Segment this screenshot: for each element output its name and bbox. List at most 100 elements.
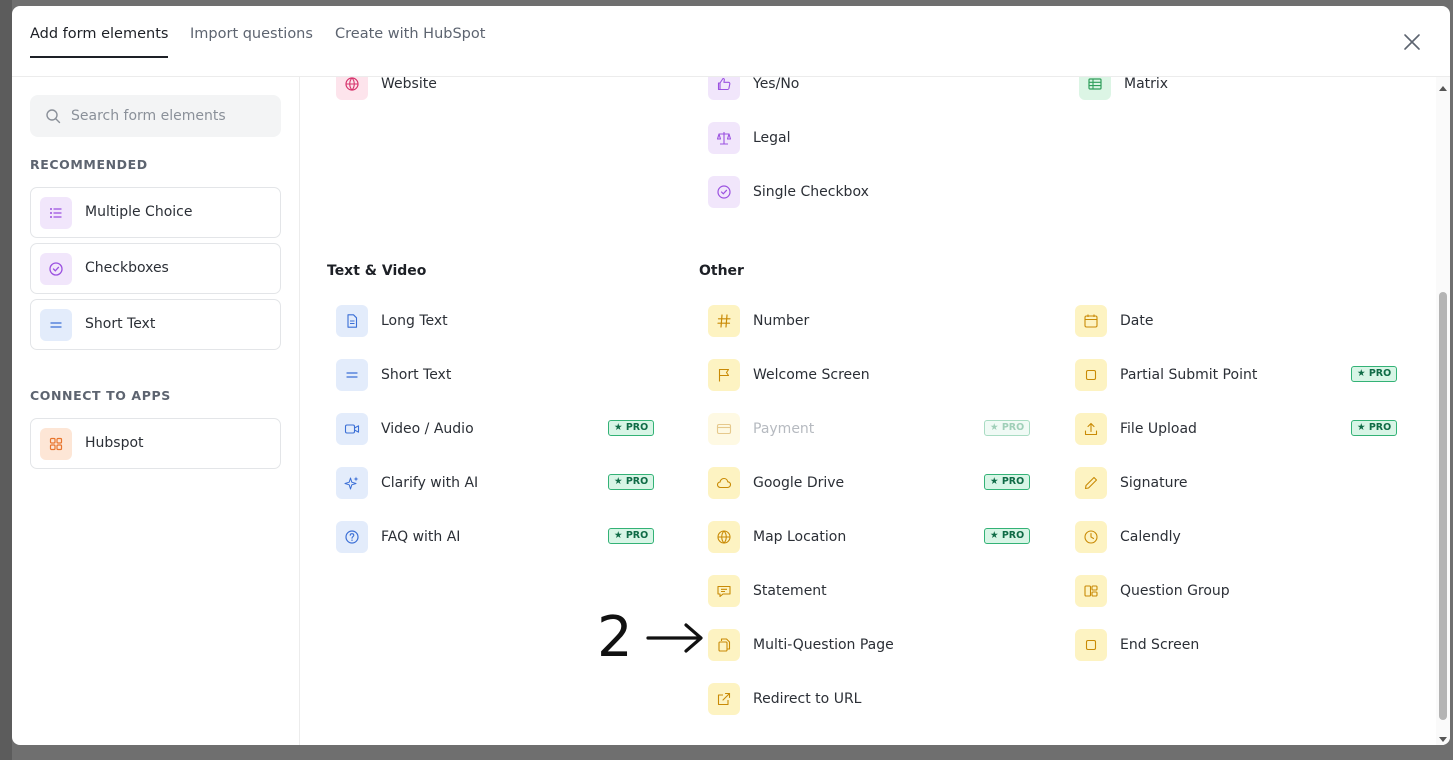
connect-to-apps-heading: CONNECT TO APPS — [30, 388, 171, 403]
element-label: Website — [381, 77, 437, 92]
video-icon — [336, 413, 368, 445]
elements-panel: Website Yes/No Legal Single Checkbox Mat… — [301, 77, 1427, 745]
hash-icon — [708, 305, 740, 337]
element-multi-question-page[interactable]: Multi-Question Page — [708, 629, 1028, 661]
element-number[interactable]: Number — [708, 305, 1028, 337]
check-circle-icon — [708, 176, 740, 208]
element-label: Payment — [753, 421, 815, 437]
question-icon — [336, 521, 368, 553]
recommended-item-label: Short Text — [85, 316, 156, 332]
app-hubspot[interactable]: Hubspot — [30, 418, 281, 469]
list-icon — [40, 197, 72, 229]
element-matrix[interactable]: Matrix — [1079, 77, 1379, 100]
element-label: Multi-Question Page — [753, 637, 894, 653]
element-faq-with-ai[interactable]: FAQ with AI ★ PRO — [336, 521, 656, 553]
annotation-arrow-icon — [646, 623, 703, 653]
check-circle-icon — [40, 253, 72, 285]
recommended-heading: RECOMMENDED — [30, 157, 148, 172]
square-icon — [1075, 359, 1107, 391]
element-label: Date — [1120, 313, 1154, 329]
element-label: Google Drive — [753, 475, 845, 491]
element-website[interactable]: Website — [336, 77, 636, 100]
element-label: Yes/No — [753, 77, 800, 92]
element-payment[interactable]: Payment ★ PRO — [708, 413, 1031, 445]
element-end-screen[interactable]: End Screen — [1075, 629, 1397, 661]
pro-badge: ★ PRO — [1351, 420, 1398, 436]
element-calendly[interactable]: Calendly — [1075, 521, 1397, 553]
pro-badge: ★ PRO — [1351, 366, 1398, 382]
pages-icon — [708, 629, 740, 661]
element-label: File Upload — [1120, 421, 1197, 437]
element-single-checkbox[interactable]: Single Checkbox — [708, 176, 1008, 208]
scroll-down-icon[interactable] — [1439, 735, 1447, 743]
search-icon — [46, 109, 61, 124]
add-form-elements-modal: Add form elements Import questions Creat… — [12, 6, 1450, 745]
element-legal[interactable]: Legal — [708, 122, 1008, 154]
element-short-text[interactable]: Short Text — [336, 359, 656, 391]
recommended-item-label: Multiple Choice — [85, 204, 193, 220]
element-map-location[interactable]: Map Location ★ PRO — [708, 521, 1031, 553]
recommended-checkboxes[interactable]: Checkboxes — [30, 243, 281, 294]
element-label: Matrix — [1124, 77, 1169, 92]
pro-badge: ★ PRO — [608, 420, 655, 436]
app-label: Hubspot — [85, 435, 144, 451]
recommended-item-label: Checkboxes — [85, 260, 169, 276]
element-yes-no[interactable]: Yes/No — [708, 77, 1008, 100]
pro-badge: ★ PRO — [984, 420, 1031, 436]
element-welcome-screen[interactable]: Welcome Screen — [708, 359, 1028, 391]
element-clarify-with-ai[interactable]: Clarify with AI ★ PRO — [336, 467, 656, 499]
element-date[interactable]: Date — [1075, 305, 1397, 337]
external-link-icon — [708, 683, 740, 715]
cloud-icon — [708, 467, 740, 499]
scale-icon — [708, 122, 740, 154]
pen-icon — [1075, 467, 1107, 499]
table-icon — [1079, 77, 1111, 100]
short-text-icon — [40, 309, 72, 341]
element-video-audio[interactable]: Video / Audio ★ PRO — [336, 413, 656, 445]
card-icon — [708, 413, 740, 445]
recommended-short-text[interactable]: Short Text — [30, 299, 281, 350]
scroll-up-icon[interactable] — [1439, 85, 1447, 93]
element-redirect-to-url[interactable]: Redirect to URL — [708, 683, 1028, 715]
scrollbar[interactable] — [1436, 77, 1450, 745]
short-text-icon — [336, 359, 368, 391]
document-icon — [336, 305, 368, 337]
recommended-multiple-choice[interactable]: Multiple Choice — [30, 187, 281, 238]
element-label: Map Location — [753, 529, 847, 545]
element-label: Long Text — [381, 313, 448, 329]
element-label: Legal — [753, 130, 791, 146]
chat-icon — [708, 575, 740, 607]
upload-icon — [1075, 413, 1107, 445]
annotation-step-number: 2 — [597, 605, 633, 670]
globe-icon — [336, 77, 368, 100]
element-label: Single Checkbox — [753, 184, 869, 200]
scrollbar-thumb[interactable] — [1439, 292, 1447, 720]
search-box[interactable] — [30, 95, 281, 137]
tab-import-questions[interactable]: Import questions — [190, 26, 313, 58]
element-long-text[interactable]: Long Text — [336, 305, 656, 337]
sparkles-icon — [336, 467, 368, 499]
search-input[interactable] — [71, 95, 271, 137]
element-question-group[interactable]: Question Group — [1075, 575, 1397, 607]
element-signature[interactable]: Signature — [1075, 467, 1397, 499]
tab-create-with-hubspot[interactable]: Create with HubSpot — [335, 26, 485, 58]
grid-icon — [40, 428, 72, 460]
element-label: Redirect to URL — [753, 691, 862, 707]
sidebar: RECOMMENDED Multiple Choice Checkboxes S… — [12, 77, 300, 745]
element-label: Clarify with AI — [381, 475, 479, 491]
group-icon — [1075, 575, 1107, 607]
element-label: Question Group — [1120, 583, 1230, 599]
close-icon[interactable] — [1400, 30, 1424, 54]
calendar-icon — [1075, 305, 1107, 337]
element-label: End Screen — [1120, 637, 1200, 653]
element-file-upload[interactable]: File Upload ★ PRO — [1075, 413, 1398, 445]
pro-badge: ★ PRO — [984, 474, 1031, 490]
element-label: Short Text — [381, 367, 452, 383]
tab-add-form-elements[interactable]: Add form elements — [30, 26, 169, 58]
element-statement[interactable]: Statement — [708, 575, 1028, 607]
thumbs-up-icon — [708, 77, 740, 100]
element-label: Partial Submit Point — [1120, 367, 1258, 383]
element-partial-submit-point[interactable]: Partial Submit Point ★ PRO — [1075, 359, 1398, 391]
element-label: FAQ with AI — [381, 529, 461, 545]
element-google-drive[interactable]: Google Drive ★ PRO — [708, 467, 1031, 499]
